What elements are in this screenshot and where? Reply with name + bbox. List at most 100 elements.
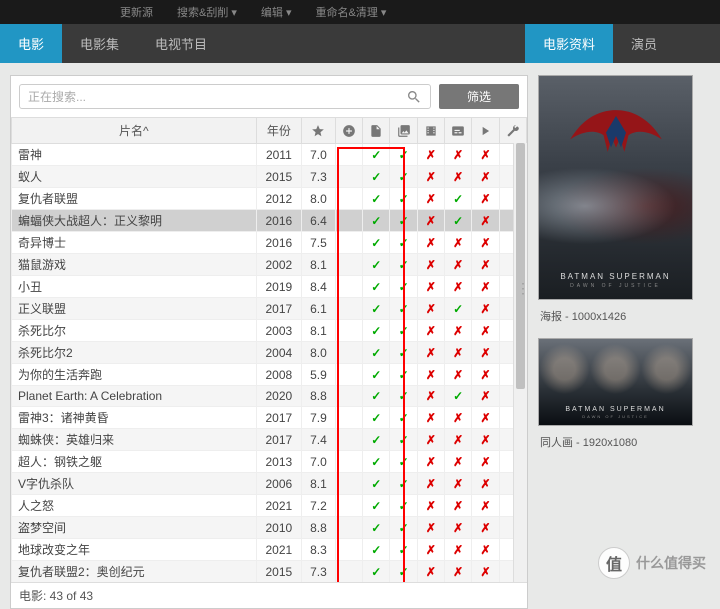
scrollbar[interactable] xyxy=(513,143,527,582)
cell-name: 杀死比尔 xyxy=(12,320,257,342)
cell-rating: 7.3 xyxy=(302,166,336,188)
cell-sub: ✓ xyxy=(445,386,472,407)
cell-year: 2013 xyxy=(256,451,302,473)
menu-edit[interactable]: 编辑 ▾ xyxy=(261,4,292,20)
cell-nfo: ✓ xyxy=(363,342,390,364)
cell-play: ✗ xyxy=(472,276,499,298)
cell-rating: 8.8 xyxy=(302,386,336,407)
table-row[interactable]: Planet Earth: A Celebration20208.8✓✓✗✓✗ xyxy=(12,386,527,407)
cell-add xyxy=(335,364,362,386)
cell-name: 蚁人 xyxy=(12,166,257,188)
cell-play: ✗ xyxy=(472,386,499,407)
cell-sub: ✗ xyxy=(445,429,472,451)
cell-year: 2020 xyxy=(256,386,302,407)
scroll-thumb[interactable] xyxy=(516,143,525,389)
tab-电视节目[interactable]: 电视节目 xyxy=(137,24,225,63)
cell-play: ✗ xyxy=(472,517,499,539)
cell-rating: 6.1 xyxy=(302,298,336,320)
table-row[interactable]: 杀死比尔20038.1✓✓✗✗✗ xyxy=(12,320,527,342)
star-icon xyxy=(311,124,325,138)
col-header-play[interactable] xyxy=(472,118,499,144)
right-tab-group: 电影资料演员 xyxy=(525,24,720,63)
cell-images: ✓ xyxy=(390,407,417,429)
table-row[interactable]: 人之怒20217.2✓✓✗✗✗ xyxy=(12,495,527,517)
cell-play: ✗ xyxy=(472,364,499,386)
cell-rating: 7.0 xyxy=(302,144,336,166)
pane-drag-handle[interactable]: ⋮ xyxy=(516,280,528,297)
cell-sub: ✗ xyxy=(445,451,472,473)
filter-button[interactable]: 筛选 xyxy=(439,84,519,109)
search-input[interactable] xyxy=(28,90,406,104)
cell-name: 杀死比尔2 xyxy=(12,342,257,364)
tab-演员[interactable]: 演员 xyxy=(613,24,675,63)
cell-name: 猫鼠游戏 xyxy=(12,254,257,276)
table-row[interactable]: 复仇者联盟20128.0✓✓✗✓✗ xyxy=(12,188,527,210)
cell-add xyxy=(335,144,362,166)
cell-year: 2008 xyxy=(256,364,302,386)
fanart-image[interactable]: BATMAN SUPERMAN DAWN OF JUSTICE xyxy=(538,338,693,426)
table-row[interactable]: 雷神20117.0✓✓✗✗✗ xyxy=(12,144,527,166)
cell-images: ✓ xyxy=(390,364,417,386)
images-icon xyxy=(397,124,411,138)
table-row[interactable]: 为你的生活奔跑20085.9✓✓✗✗✗ xyxy=(12,364,527,386)
menu-search[interactable]: 搜索&刮削 ▾ xyxy=(177,4,237,20)
cell-name: 蝙蝠侠大战超人：正义黎明 xyxy=(12,210,257,232)
cell-add xyxy=(335,210,362,232)
cell-sub: ✗ xyxy=(445,276,472,298)
tab-电影资料[interactable]: 电影资料 xyxy=(525,24,613,63)
cell-name: 复仇者联盟2：奥创纪元 xyxy=(12,561,257,583)
cell-sub: ✗ xyxy=(445,254,472,276)
table-row[interactable]: 蚁人20157.3✓✓✗✗✗ xyxy=(12,166,527,188)
cell-nfo: ✓ xyxy=(363,210,390,232)
tab-电影集[interactable]: 电影集 xyxy=(62,24,137,63)
cell-images: ✓ xyxy=(390,144,417,166)
table-row[interactable]: 杀死比尔220048.0✓✓✗✗✗ xyxy=(12,342,527,364)
tab-电影[interactable]: 电影 xyxy=(0,24,62,63)
cell-add xyxy=(335,451,362,473)
film-icon xyxy=(424,124,438,138)
col-header-add[interactable] xyxy=(335,118,362,144)
col-header-name[interactable]: 片名^ xyxy=(12,118,257,144)
cell-add xyxy=(335,517,362,539)
menu-update[interactable]: 更新源 xyxy=(120,4,153,20)
table-row[interactable]: 盗梦空间20108.8✓✓✗✗✗ xyxy=(12,517,527,539)
menu-rename[interactable]: 重命名&清理 ▾ xyxy=(316,4,387,20)
table-row[interactable]: 复仇者联盟2：奥创纪元20157.3✓✓✗✗✗ xyxy=(12,561,527,583)
col-header-rating[interactable] xyxy=(302,118,336,144)
cell-sub: ✗ xyxy=(445,342,472,364)
cell-trailer: ✗ xyxy=(417,386,444,407)
col-header-sub[interactable] xyxy=(445,118,472,144)
poster-image[interactable]: BATMAN SUPERMAN DAWN OF JUSTICE xyxy=(538,75,693,300)
cell-year: 2016 xyxy=(256,210,302,232)
table-row[interactable]: 雷神3：诸神黄昏20177.9✓✓✗✗✗ xyxy=(12,407,527,429)
cell-nfo: ✓ xyxy=(363,473,390,495)
cell-images: ✓ xyxy=(390,386,417,407)
table-row[interactable]: 地球改变之年20218.3✓✓✗✗✗ xyxy=(12,539,527,561)
search-box[interactable] xyxy=(19,84,431,109)
col-header-images[interactable] xyxy=(390,118,417,144)
table-row[interactable]: 猫鼠游戏20028.1✓✓✗✗✗ xyxy=(12,254,527,276)
cell-name: 复仇者联盟 xyxy=(12,188,257,210)
cell-name: 雷神 xyxy=(12,144,257,166)
table-row[interactable]: 正义联盟20176.1✓✓✗✓✗ xyxy=(12,298,527,320)
table-row[interactable]: 蝙蝠侠大战超人：正义黎明20166.4✓✓✗✓✗ xyxy=(12,210,527,232)
cell-sub: ✓ xyxy=(445,210,472,232)
cell-add xyxy=(335,407,362,429)
cell-images: ✓ xyxy=(390,342,417,364)
table-row[interactable]: 小丑20198.4✓✓✗✗✗ xyxy=(12,276,527,298)
table-row[interactable]: 奇异博士20167.5✓✓✗✗✗ xyxy=(12,232,527,254)
cell-add xyxy=(335,473,362,495)
table-row[interactable]: V字仇杀队20068.1✓✓✗✗✗ xyxy=(12,473,527,495)
cell-add xyxy=(335,276,362,298)
table-row[interactable]: 蜘蛛侠：英雄归来20177.4✓✓✗✗✗ xyxy=(12,429,527,451)
col-header-nfo[interactable] xyxy=(363,118,390,144)
cell-nfo: ✓ xyxy=(363,495,390,517)
col-header-trailer[interactable] xyxy=(417,118,444,144)
table-row[interactable]: 超人：钢铁之躯20137.0✓✓✗✗✗ xyxy=(12,451,527,473)
cell-play: ✗ xyxy=(472,539,499,561)
col-header-year[interactable]: 年份 xyxy=(256,118,302,144)
cell-year: 2015 xyxy=(256,166,302,188)
cell-sub: ✓ xyxy=(445,298,472,320)
col-header-edit[interactable] xyxy=(499,118,526,144)
cell-rating: 8.4 xyxy=(302,276,336,298)
